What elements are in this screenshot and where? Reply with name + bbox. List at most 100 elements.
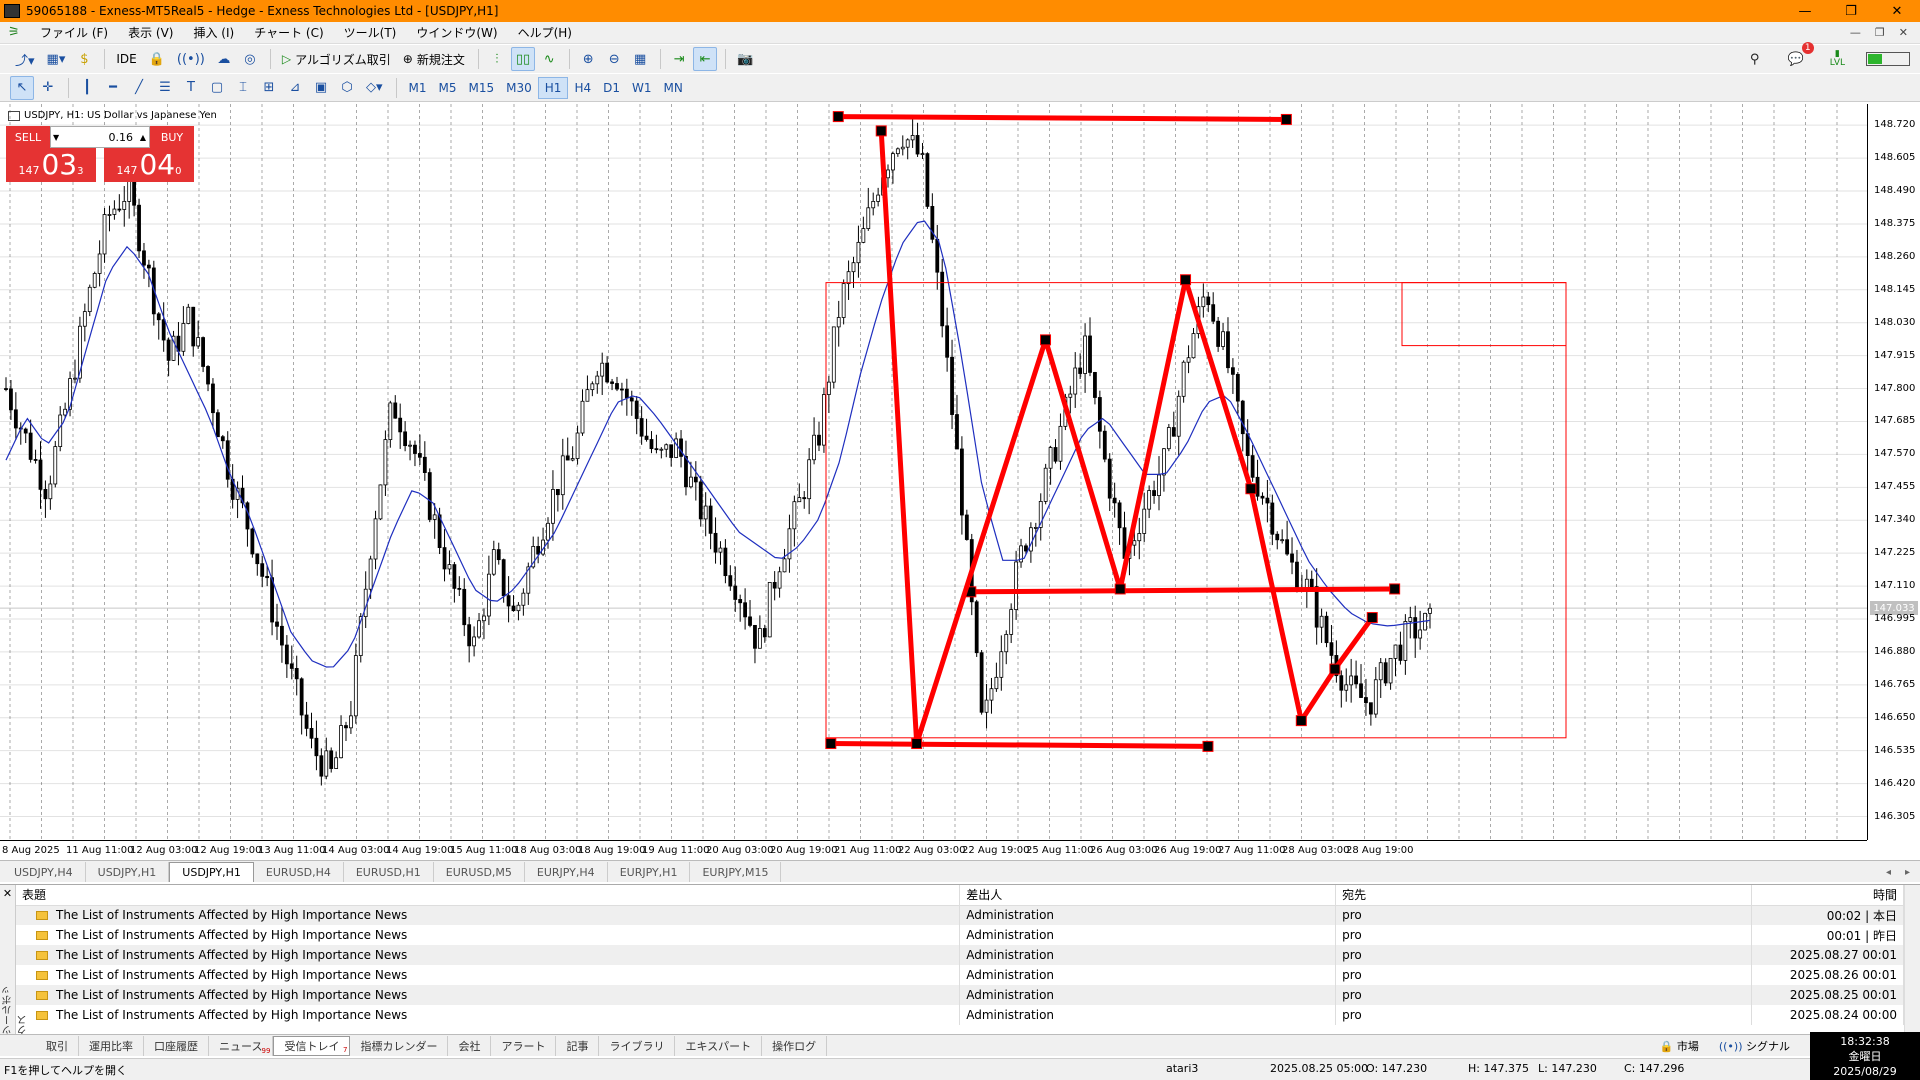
new-chart-icon[interactable]: ⤴▾ [10, 47, 40, 71]
mdi-minimize-button[interactable]: — [1850, 26, 1861, 39]
horizontal-line-icon[interactable]: ━ [101, 76, 125, 100]
tab-news[interactable]: ニュース 99 [209, 1035, 274, 1056]
price-chart[interactable] [0, 104, 1867, 840]
ask-price[interactable]: 147 04 0 [104, 148, 194, 182]
table-row[interactable]: The List of Instruments Affected by High… [16, 985, 1904, 1005]
bar-chart-icon[interactable]: ⫶ [485, 47, 509, 71]
table-row[interactable]: The List of Instruments Affected by High… [16, 925, 1904, 945]
menu-file[interactable]: ファイル (F) [30, 24, 118, 41]
chart-tab-usdjpy-h1[interactable]: USDJPY,H1 [86, 862, 170, 882]
column-subject[interactable]: 表題 [16, 885, 961, 906]
column-from[interactable]: 差出人 [959, 885, 1337, 906]
trend-line-icon[interactable]: ╱ [127, 76, 151, 100]
tab-scroll-left-icon[interactable]: ◂ [1886, 867, 1891, 878]
market-button[interactable]: 🔒 市場 [1660, 1038, 1699, 1054]
chart-tab-usdjpy-h1-active[interactable]: USDJPY,H1 [169, 862, 254, 882]
tab-articles[interactable]: 記事 [556, 1035, 600, 1056]
chart-tab-eurusd-m5[interactable]: EURUSD,M5 [434, 862, 525, 882]
tab-mailbox[interactable]: 受信トレイ 7 [273, 1035, 351, 1056]
signal-strength-icon[interactable]: ▮ LVL [1825, 47, 1850, 71]
signal-button[interactable]: ((•)) シグナル [1719, 1038, 1790, 1054]
zoom-out-icon[interactable]: ⊖ [602, 47, 626, 71]
menu-insert[interactable]: 挿入 (I) [183, 24, 244, 41]
line-chart-icon[interactable]: ∿ [537, 47, 561, 71]
menu-tools[interactable]: ツール(T) [334, 24, 407, 41]
table-row[interactable]: The List of Instruments Affected by High… [16, 1005, 1904, 1025]
close-button[interactable]: ✕ [1874, 0, 1920, 22]
tab-scroll-right-icon[interactable]: ▸ [1905, 867, 1910, 878]
signals-icon[interactable]: ((•)) [172, 47, 210, 71]
toolbox-scrollbar[interactable] [1904, 885, 1920, 1035]
zoom-in-icon[interactable]: ⊕ [576, 47, 600, 71]
tab-experts[interactable]: エキスパート [675, 1035, 763, 1056]
auto-scroll-icon[interactable]: ⇥ [667, 47, 691, 71]
price-axis[interactable]: 147.033 148.720 148.605 148.490 148.375 148.… [1867, 104, 1920, 840]
tile-windows-icon[interactable]: ▦ [628, 47, 652, 71]
algo-trading-button[interactable]: ▷ アルゴリズム取引 [277, 47, 396, 71]
objects-icon[interactable]: ⊿ [283, 76, 307, 100]
ok-icon[interactable]: ▣ [309, 76, 333, 100]
channel-icon[interactable]: ☰ [153, 76, 177, 100]
tab-history[interactable]: 口座履歴 [144, 1035, 209, 1056]
tab-trade[interactable]: 取引 [36, 1035, 79, 1056]
profiles-icon[interactable]: ▦▾ [42, 47, 71, 71]
column-to[interactable]: 宛先 [1335, 885, 1752, 906]
menu-help[interactable]: ヘルプ(H) [508, 24, 582, 41]
tab-alerts[interactable]: アラート [491, 1035, 557, 1056]
tab-library[interactable]: ライブラリ [599, 1035, 676, 1056]
screenshot-icon[interactable]: 📷 [732, 47, 758, 71]
more-tools-icon[interactable]: ◇▾ [361, 76, 388, 100]
menu-window[interactable]: ウインドウ(W) [406, 24, 507, 41]
chart-tab-eurusd-h1[interactable]: EURUSD,H1 [344, 862, 434, 882]
timeframe-w1[interactable]: W1 [626, 77, 658, 99]
minimize-button[interactable]: — [1782, 0, 1828, 22]
tab-exposure[interactable]: 運用比率 [79, 1035, 144, 1056]
chart-tab-eurjpy-h1[interactable]: EURJPY,H1 [608, 862, 691, 882]
text-icon[interactable]: T [179, 76, 203, 100]
tab-journal[interactable]: 操作ログ [762, 1035, 828, 1056]
text-label-icon[interactable]: ⌶ [231, 76, 255, 100]
chart-window[interactable]: USDJPY, H1: US Dollar vs Japanese Yen SE… [0, 104, 1920, 860]
maximize-button[interactable]: ❐ [1828, 0, 1874, 22]
bid-price[interactable]: 147 03 3 [6, 148, 96, 182]
system-clock[interactable]: 18:32:38 金曜日 2025/08/29 [1810, 1032, 1920, 1080]
timeframe-mn[interactable]: MN [658, 77, 689, 99]
chart-shift-icon[interactable]: ⇤ [693, 47, 718, 71]
table-row[interactable]: The List of Instruments Affected by High… [16, 945, 1904, 965]
tab-company[interactable]: 会社 [448, 1035, 492, 1056]
timeframe-h4[interactable]: H4 [568, 77, 597, 99]
lot-dropdown-icon[interactable]: ▼ [53, 133, 59, 142]
timeframe-m5[interactable]: M5 [433, 77, 463, 99]
timeframe-m15[interactable]: M15 [463, 77, 501, 99]
menu-view[interactable]: 表示 (V) [118, 24, 183, 41]
rectangle-icon[interactable]: ▢ [205, 76, 229, 100]
tab-calendar[interactable]: 指標カレンダー [350, 1035, 449, 1056]
chart-tab-eurusd-h4[interactable]: EURUSD,H4 [254, 862, 344, 882]
terminal-menu-icon[interactable]: ⚞ [8, 25, 22, 40]
shapes-icon[interactable]: ⬡ [335, 76, 359, 100]
ide-button[interactable]: IDE [111, 47, 141, 71]
column-time[interactable]: 時間 [1751, 885, 1904, 906]
market-watch-icon[interactable]: $ [72, 47, 96, 71]
chart-tab-usdjpy-h4[interactable]: USDJPY,H4 [2, 862, 86, 882]
notifications-icon[interactable]: 💬 1 [1783, 42, 1814, 71]
chart-tab-eurjpy-h4[interactable]: EURJPY,H4 [525, 862, 608, 882]
menu-chart[interactable]: チャート (C) [244, 24, 333, 41]
timeframe-m30[interactable]: M30 [500, 77, 538, 99]
mdi-restore-button[interactable]: ❐ [1875, 26, 1885, 39]
timeframe-h1[interactable]: H1 [537, 76, 569, 99]
market-icon[interactable]: 🔒 [144, 47, 170, 71]
vps-icon[interactable]: ☁ [212, 47, 236, 71]
toolbox-close-icon[interactable]: ✕ [0, 887, 15, 900]
candlestick-chart-icon[interactable]: ▯▯ [510, 47, 536, 71]
fibonacci-icon[interactable]: ⊞ [257, 76, 281, 100]
buy-button[interactable]: BUY [150, 126, 194, 148]
table-row[interactable]: The List of Instruments Affected by High… [16, 905, 1904, 925]
timeframe-d1[interactable]: D1 [597, 77, 626, 99]
community-icon[interactable]: ◎ [238, 47, 262, 71]
table-row[interactable]: The List of Instruments Affected by High… [16, 965, 1904, 985]
lot-increase-icon[interactable]: ▲ [140, 133, 146, 142]
chart-tab-eurjpy-m15[interactable]: EURJPY,M15 [690, 862, 782, 882]
crosshair-icon[interactable]: ✛ [36, 76, 60, 100]
timeframe-m1[interactable]: M1 [403, 77, 433, 99]
